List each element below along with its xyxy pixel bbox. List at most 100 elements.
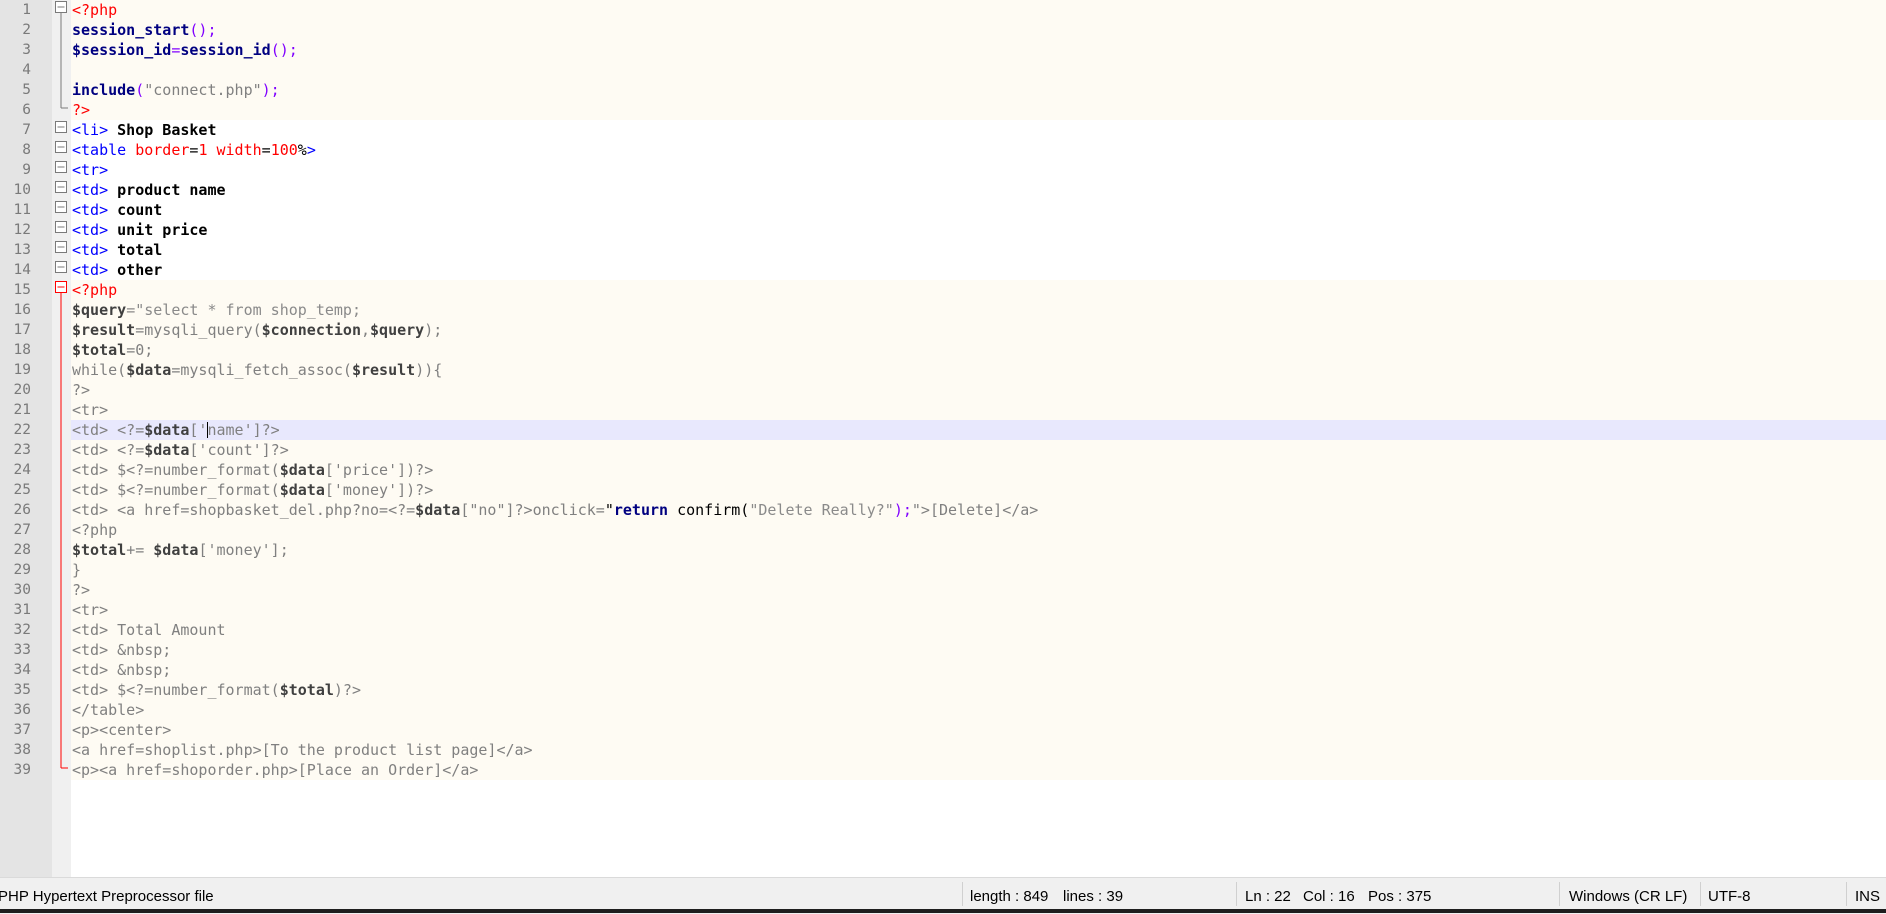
code-line[interactable]: 14 <td> other [0, 260, 1886, 280]
code-token: <tr> [72, 601, 109, 619]
current-code-line[interactable]: 22 <td> <?=$data['name']?> [0, 420, 1886, 440]
code-text[interactable]: ?> [72, 580, 90, 600]
code-line[interactable]: 27 <?php [0, 520, 1886, 540]
code-line[interactable]: 28 $total+= $data['money']; [0, 540, 1886, 560]
code-line[interactable]: 11 <td> count [0, 200, 1886, 220]
code-line[interactable]: 23 <td> <?=$data['count']?> [0, 440, 1886, 460]
code-text[interactable]: <?php [72, 520, 117, 540]
code-text[interactable]: </table> [72, 700, 144, 720]
code-token: % [297, 141, 307, 159]
code-text[interactable]: <li> Shop Basket [72, 120, 217, 140]
code-line[interactable]: 33 <td> &nbsp; [0, 640, 1886, 660]
code-text[interactable]: <td> unit price [72, 220, 207, 240]
code-text[interactable]: <p><a href=shoporder.php>[Place an Order… [72, 760, 478, 780]
code-text[interactable]: <td> <?=$data['count']?> [72, 440, 289, 460]
code-line[interactable]: 34 <td> &nbsp; [0, 660, 1886, 680]
line-number: 12 [13, 222, 31, 238]
code-text[interactable]: <a href=shoplist.php>[To the product lis… [72, 740, 533, 760]
code-line[interactable]: 15 <?php [0, 280, 1886, 300]
code-line[interactable]: 38 <a href=shoplist.php>[To the product l… [0, 740, 1886, 760]
line-background [71, 720, 1886, 740]
code-line[interactable]: 9 <tr> [0, 160, 1886, 180]
code-text[interactable]: <td> $<?=number_format($data['price'])?> [72, 460, 433, 480]
code-line[interactable]: 26 <td> <a href=shopbasket_del.php?no=<?=… [0, 500, 1886, 520]
code-line[interactable]: 39 <p><a href=shoporder.php>[Place an Ord… [0, 760, 1886, 780]
code-line[interactable]: 12 <td> unit price [0, 220, 1886, 240]
encoding[interactable]: UTF-8 [1708, 888, 1751, 905]
code-text[interactable]: <td> &nbsp; [72, 660, 171, 680]
code-line[interactable]: 6 ?> [0, 100, 1886, 120]
code-text[interactable]: <table border=1 width=100%> [72, 140, 316, 160]
code-text[interactable]: $query="select * from shop_temp; [72, 300, 361, 320]
code-editor[interactable]: 1 <?php 2 session_start(); 3 $session_id=sess… [0, 0, 1886, 877]
code-line[interactable]: 32 <td> Total Amount [0, 620, 1886, 640]
code-token: $total [72, 541, 127, 559]
code-text[interactable]: <td> &nbsp; [72, 640, 171, 660]
code-line[interactable]: 30 ?> [0, 580, 1886, 600]
code-text[interactable]: } [72, 560, 81, 580]
code-text[interactable]: <tr> [72, 600, 108, 620]
code-text[interactable]: $total+= $data['money']; [72, 540, 289, 560]
line-number: 1 [22, 2, 31, 18]
code-text[interactable]: $total=0; [72, 340, 153, 360]
code-line[interactable]: 25 <td> $<?=number_format($data['money'])… [0, 480, 1886, 500]
code-text[interactable]: ?> [72, 380, 90, 400]
code-text[interactable]: <tr> [72, 160, 108, 180]
code-line[interactable]: 13 <td> total [0, 240, 1886, 260]
code-token: <p><center> [72, 721, 172, 739]
code-line[interactable]: 16 $query="select * from shop_temp; [0, 300, 1886, 320]
code-text[interactable]: include("connect.php"); [72, 80, 280, 100]
code-line[interactable]: 1 <?php [0, 0, 1886, 20]
code-line[interactable]: 35 <td> $<?=number_format($total)?> [0, 680, 1886, 700]
code-text[interactable]: session_start(); [72, 20, 217, 40]
code-text[interactable]: <td> product name [72, 180, 226, 200]
code-line[interactable]: 7 <li> Shop Basket [0, 120, 1886, 140]
code-text[interactable]: <?php [72, 280, 117, 300]
code-line[interactable]: 17 $result=mysqli_query($connection,$quer… [0, 320, 1886, 340]
code-line[interactable]: 20 ?> [0, 380, 1886, 400]
code-line[interactable]: 24 <td> $<?=number_format($data['price'])… [0, 460, 1886, 480]
code-line[interactable]: 4 [0, 60, 1886, 80]
line-background [71, 0, 1886, 20]
line-number: 22 [13, 422, 31, 438]
code-line[interactable]: 36 </table> [0, 700, 1886, 720]
code-text[interactable]: ?> [72, 100, 90, 120]
code-text[interactable]: <p><center> [72, 720, 171, 740]
code-text[interactable]: <td> other [72, 260, 162, 280]
doc-lines: lines : 39 [1063, 888, 1124, 905]
line-number: 33 [13, 642, 31, 658]
code-line[interactable]: 37 <p><center> [0, 720, 1886, 740]
code-text[interactable]: <td> count [72, 200, 162, 220]
code-line[interactable]: 8 <table border=1 width=100%> [0, 140, 1886, 160]
code-token: =mysqli_query( [135, 321, 262, 339]
code-text[interactable]: <tr> [72, 400, 108, 420]
insert-mode[interactable]: INS [1855, 888, 1880, 905]
code-token: <a href=shoplist.php>[To the product lis… [72, 741, 533, 759]
code-line[interactable]: 19 while($data=mysqli_fetch_assoc($result… [0, 360, 1886, 380]
code-token: <td> $<?=number_format( [72, 461, 280, 479]
code-text[interactable]: $session_id=session_id(); [72, 40, 298, 60]
status-separator [1700, 882, 1701, 906]
code-text[interactable]: <td> $<?=number_format($total)?> [72, 680, 361, 700]
code-line[interactable]: 3 $session_id=session_id(); [0, 40, 1886, 60]
code-text[interactable]: <td> <?=$data['name']?> [72, 420, 280, 440]
code-text[interactable]: <td> <a href=shopbasket_del.php?no=<?=$d… [72, 500, 1038, 520]
code-text[interactable]: <td> total [72, 240, 162, 260]
code-token: $result [72, 321, 136, 339]
code-line[interactable]: 18 $total=0; [0, 340, 1886, 360]
code-line[interactable]: 5 include("connect.php"); [0, 80, 1886, 100]
code-line[interactable]: 2 session_start(); [0, 20, 1886, 40]
line-background [71, 580, 1886, 600]
eol-format[interactable]: Windows (CR LF) [1569, 888, 1687, 905]
code-token: " [604, 501, 614, 519]
code-line[interactable]: 21 <tr> [0, 400, 1886, 420]
code-text[interactable]: <td> $<?=number_format($data['money'])?> [72, 480, 433, 500]
line-background [71, 100, 1886, 120]
code-text[interactable]: <?php [72, 0, 117, 20]
code-line[interactable]: 29} [0, 560, 1886, 580]
code-text[interactable]: while($data=mysqli_fetch_assoc($result))… [72, 360, 442, 380]
code-text[interactable]: $result=mysqli_query($connection,$query)… [72, 320, 442, 340]
code-text[interactable]: <td> Total Amount [72, 620, 226, 640]
code-line[interactable]: 31 <tr> [0, 600, 1886, 620]
code-line[interactable]: 10 <td> product name [0, 180, 1886, 200]
